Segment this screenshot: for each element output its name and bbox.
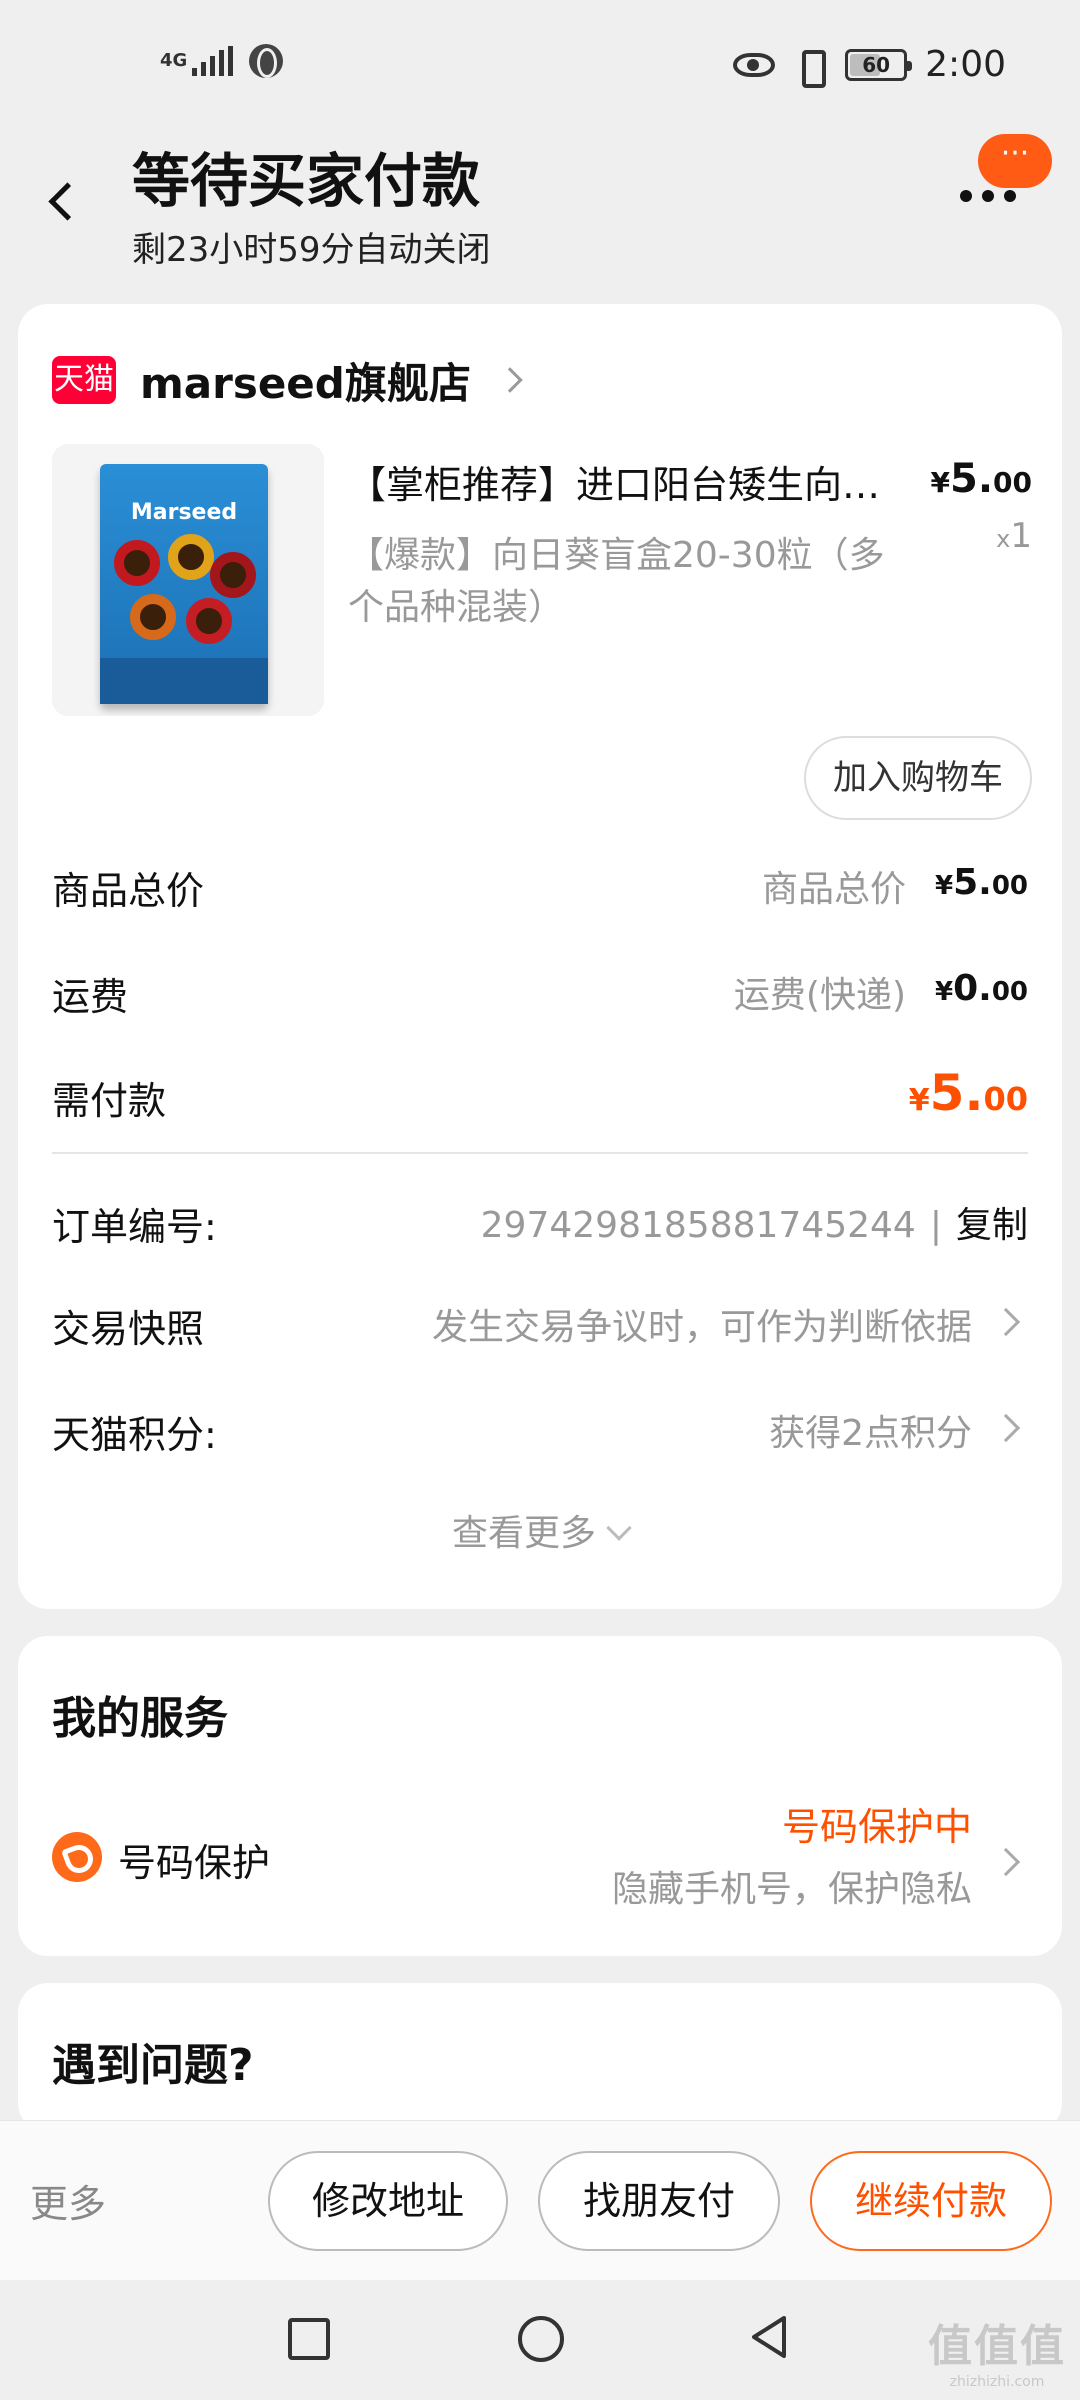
product-sku: 【爆款】向日葵盲盒20-30粒（多个品种混装） [348,535,885,628]
phone-protect-icon [52,1832,102,1882]
triangle-back-icon [752,2316,786,2358]
order-card: 天猫 marseed旗舰店 Marseed 【掌柜推荐】进口阳台矮生向日葵种子 … [18,304,1062,1609]
help-card: 遇到问题? [18,1983,1062,2133]
product-image[interactable]: Marseed [52,444,324,716]
recent-apps-button[interactable] [288,2318,330,2360]
service-name: 号码保护 [118,1841,271,1885]
vibrate-icon [793,48,827,88]
shipping-row: 运费 运费(快递) ¥0.00 [52,968,1028,1019]
divider [52,1152,1028,1154]
network-type: 4G [160,50,188,71]
seed-packet: Marseed [100,464,268,704]
services-title: 我的服务 [52,1693,228,1744]
help-title: 遇到问题? [52,2040,254,2091]
tmall-points-row[interactable]: 天猫积分: 获得2点积分 [52,1394,1028,1464]
packet-band [100,658,268,704]
service-desc: 隐藏手机号，保护隐私 [611,1869,972,1910]
clock: 2:00 [925,44,1006,85]
watermark: 值值值 zhizhizhi.com [928,2321,1066,2390]
page-header: 等待买家付款 剩23小时59分自动关闭 ··· [0,130,1080,280]
nav-back-button[interactable] [744,2312,794,2362]
status-bar: 4G 60 2:00 [0,0,1080,130]
order-number-row: 订单编号: 2974298185881745244 | 复制 [52,1205,1028,1249]
bottom-action-bar: 更多 修改地址 找朋友付 继续付款 [0,2120,1080,2280]
chevron-down-icon [606,1515,632,1541]
copy-order-number-button[interactable]: 复制 [956,1205,1028,1246]
tmall-logo: 天猫 [52,356,116,404]
see-more-button[interactable]: 查看更多 [18,1504,1062,1556]
product-price: ¥5.00 [930,456,1032,502]
trade-snapshot-row[interactable]: 交易快照 发生交易争议时，可作为判断依据 [52,1288,1028,1358]
store-name: marseed旗舰店 [140,358,471,408]
continue-payment-button[interactable]: 继续付款 [810,2151,1052,2251]
signal-icon [192,46,233,76]
product-title[interactable]: 【掌柜推荐】进口阳台矮生向日葵种子 [348,454,908,509]
store-link[interactable]: 天猫 marseed旗舰店 [52,350,523,410]
more-dots-icon [960,190,1016,202]
status-left: 4G [160,44,283,78]
battery-text: 60 [862,52,891,77]
eye-icon [733,52,776,77]
sunflower-illustration [110,534,258,654]
chevron-right-icon [497,367,523,393]
globe-icon [249,44,283,78]
system-nav-bar: 值值值 zhizhizhi.com [0,2280,1080,2400]
chevron-right-icon [991,1307,1021,1337]
battery-icon: 60 [845,48,913,81]
modify-address-button[interactable]: 修改地址 [268,2151,508,2251]
service-status: 号码保护中 [781,1805,972,1849]
goods-total-row: 商品总价 商品总价 ¥5.00 [52,862,1028,913]
goods-total-value: ¥5.00 [934,862,1028,903]
my-services-card: 我的服务 号码保护 号码保护中 隐藏手机号，保护隐私 [18,1636,1062,1956]
shipping-value: ¥0.00 [934,968,1028,1009]
order-number: 2974298185881745244 [480,1205,916,1246]
chevron-right-icon [991,1413,1021,1443]
product-quantity: x1 [996,516,1032,556]
more-menu-button[interactable]: ··· [950,130,1060,210]
status-right: 60 2:00 [733,44,1006,88]
number-protection-row[interactable]: 号码保护 号码保护中 隐藏手机号，保护隐私 [52,1796,1028,1926]
auto-close-countdown: 剩23小时59分自动关闭 [132,230,491,270]
amount-due-row: 需付款 ¥5.00 [52,1064,1028,1123]
page-title: 等待买家付款 [132,147,481,215]
more-actions-button[interactable]: 更多 [30,2173,106,2228]
home-button[interactable] [518,2316,564,2362]
back-button[interactable] [40,170,90,230]
message-bubble-icon: ··· [978,134,1052,188]
chevron-right-icon [991,1847,1021,1877]
friend-pay-button[interactable]: 找朋友付 [538,2151,780,2251]
packet-brand: Marseed [130,500,238,525]
add-to-cart-button[interactable]: 加入购物车 [804,736,1032,820]
amount-due-value: ¥5.00 [908,1064,1028,1122]
